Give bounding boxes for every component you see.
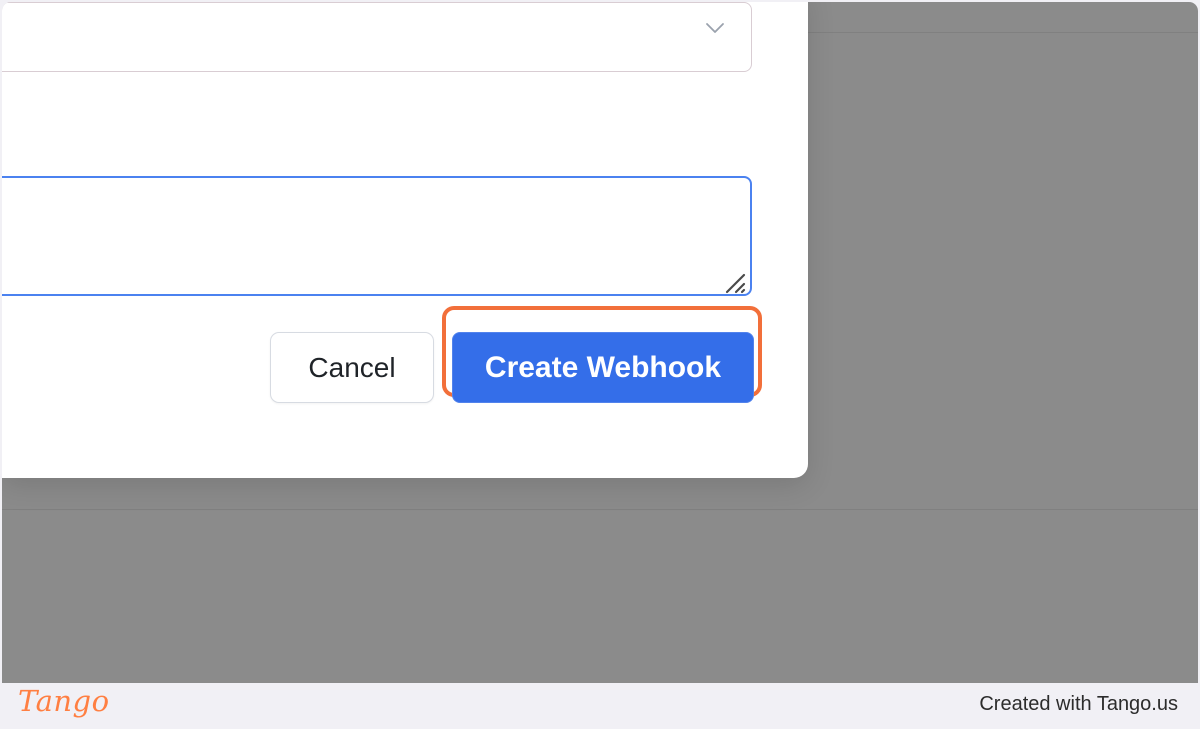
create-webhook-modal: Cancel Create Webhook — [2, 2, 808, 478]
background-divider — [2, 509, 1198, 510]
webhook-description-textarea[interactable] — [2, 176, 752, 296]
cancel-button[interactable]: Cancel — [270, 332, 434, 403]
create-webhook-button[interactable]: Create Webhook — [452, 332, 754, 403]
resize-handle-icon[interactable] — [724, 272, 748, 296]
webhook-select-field[interactable] — [2, 2, 752, 72]
chevron-down-icon — [706, 23, 724, 33]
tango-screenshot: Cancel Create Webhook Tango Created with… — [0, 0, 1200, 729]
footer-credit-text: Created with Tango.us — [979, 693, 1178, 715]
modal-overlay-backdrop: Cancel Create Webhook — [2, 2, 1198, 683]
background-divider — [802, 32, 1198, 33]
tango-logo: Tango — [18, 684, 110, 718]
tango-footer: Tango Created with Tango.us — [0, 683, 1200, 729]
